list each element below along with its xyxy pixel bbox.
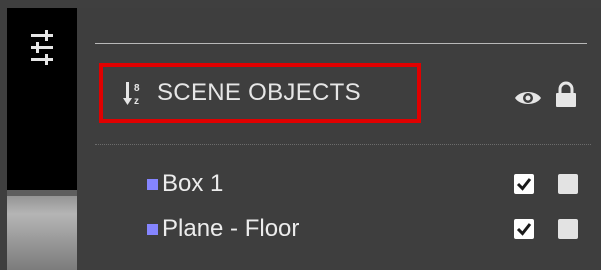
svg-text:z: z: [134, 96, 139, 107]
visibility-checkbox[interactable]: [514, 174, 534, 194]
checkmark-icon: [516, 223, 532, 236]
lock-checkbox[interactable]: [558, 219, 578, 239]
sort-descending-icon[interactable]: 8 z: [123, 79, 145, 107]
scene-objects-panel: 8 z SCENE OBJECTS Box 1 Plane - Floor: [77, 8, 601, 270]
object-name: Plane - Floor: [162, 215, 300, 242]
object-name: Box 1: [162, 170, 224, 197]
object-marker-icon: [147, 178, 158, 190]
divider: [95, 144, 591, 145]
visibility-checkbox[interactable]: [514, 219, 534, 239]
checkmark-icon: [516, 178, 532, 191]
object-marker-icon: [147, 223, 158, 235]
lock-checkbox[interactable]: [558, 174, 578, 194]
sliders-icon[interactable]: [27, 28, 57, 68]
list-item-box-1[interactable]: Box 1: [77, 169, 601, 199]
viewport-preview[interactable]: [7, 190, 77, 270]
svg-text:8: 8: [134, 83, 140, 94]
divider: [95, 43, 587, 44]
scene-objects-header[interactable]: 8 z SCENE OBJECTS: [99, 63, 421, 123]
section-title: SCENE OBJECTS: [157, 79, 361, 106]
list-item-plane-floor[interactable]: Plane - Floor: [77, 214, 601, 244]
eye-icon[interactable]: [514, 88, 542, 108]
lock-icon[interactable]: [555, 81, 577, 107]
